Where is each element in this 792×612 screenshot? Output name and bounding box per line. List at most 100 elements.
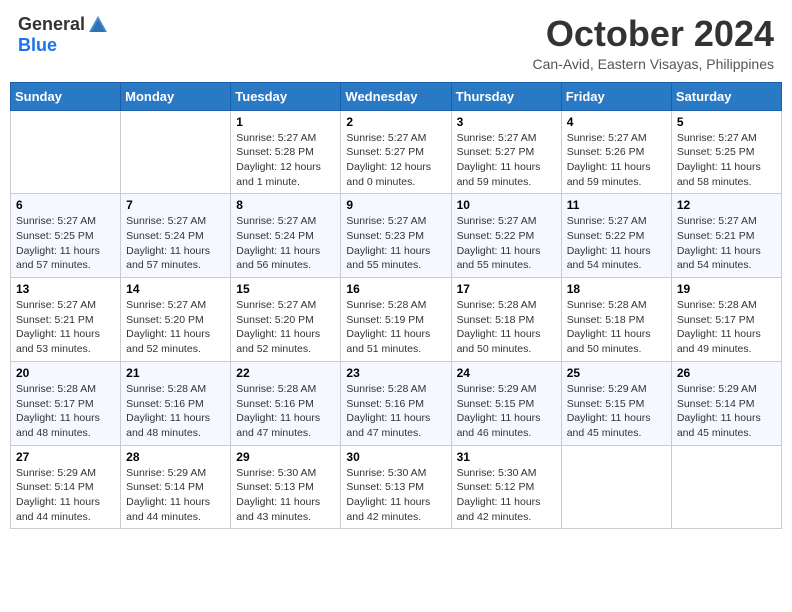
- calendar-cell: [11, 110, 121, 194]
- day-number: 1: [236, 115, 335, 129]
- weekday-header-monday: Monday: [121, 82, 231, 110]
- calendar-cell: 21 Sunrise: 5:28 AMSunset: 5:16 PMDaylig…: [121, 361, 231, 445]
- page-header: General Blue October 2024 Can-Avid, East…: [10, 10, 782, 76]
- calendar-cell: 3 Sunrise: 5:27 AMSunset: 5:27 PMDayligh…: [451, 110, 561, 194]
- calendar-cell: 8 Sunrise: 5:27 AMSunset: 5:24 PMDayligh…: [231, 194, 341, 278]
- calendar-cell: 19 Sunrise: 5:28 AMSunset: 5:17 PMDaylig…: [671, 278, 781, 362]
- day-info: Sunrise: 5:29 AMSunset: 5:15 PMDaylight:…: [567, 382, 666, 441]
- day-number: 10: [457, 198, 556, 212]
- calendar-cell: 25 Sunrise: 5:29 AMSunset: 5:15 PMDaylig…: [561, 361, 671, 445]
- calendar-week-4: 20 Sunrise: 5:28 AMSunset: 5:17 PMDaylig…: [11, 361, 782, 445]
- day-info: Sunrise: 5:28 AMSunset: 5:18 PMDaylight:…: [567, 298, 666, 357]
- day-number: 2: [346, 115, 445, 129]
- day-number: 18: [567, 282, 666, 296]
- day-info: Sunrise: 5:29 AMSunset: 5:14 PMDaylight:…: [677, 382, 776, 441]
- calendar-cell: 16 Sunrise: 5:28 AMSunset: 5:19 PMDaylig…: [341, 278, 451, 362]
- calendar-cell: 7 Sunrise: 5:27 AMSunset: 5:24 PMDayligh…: [121, 194, 231, 278]
- day-info: Sunrise: 5:28 AMSunset: 5:17 PMDaylight:…: [16, 382, 115, 441]
- day-info: Sunrise: 5:27 AMSunset: 5:20 PMDaylight:…: [236, 298, 335, 357]
- calendar-cell: 22 Sunrise: 5:28 AMSunset: 5:16 PMDaylig…: [231, 361, 341, 445]
- day-info: Sunrise: 5:27 AMSunset: 5:27 PMDaylight:…: [346, 131, 445, 190]
- day-info: Sunrise: 5:27 AMSunset: 5:24 PMDaylight:…: [236, 214, 335, 273]
- calendar-cell: [561, 445, 671, 529]
- day-info: Sunrise: 5:27 AMSunset: 5:22 PMDaylight:…: [567, 214, 666, 273]
- day-number: 12: [677, 198, 776, 212]
- weekday-header-thursday: Thursday: [451, 82, 561, 110]
- day-number: 19: [677, 282, 776, 296]
- day-number: 15: [236, 282, 335, 296]
- calendar-cell: 10 Sunrise: 5:27 AMSunset: 5:22 PMDaylig…: [451, 194, 561, 278]
- day-info: Sunrise: 5:30 AMSunset: 5:13 PMDaylight:…: [236, 466, 335, 525]
- day-info: Sunrise: 5:27 AMSunset: 5:23 PMDaylight:…: [346, 214, 445, 273]
- calendar-cell: 2 Sunrise: 5:27 AMSunset: 5:27 PMDayligh…: [341, 110, 451, 194]
- day-number: 6: [16, 198, 115, 212]
- title-section: October 2024 Can-Avid, Eastern Visayas, …: [533, 14, 775, 72]
- day-info: Sunrise: 5:28 AMSunset: 5:18 PMDaylight:…: [457, 298, 556, 357]
- calendar-cell: 29 Sunrise: 5:30 AMSunset: 5:13 PMDaylig…: [231, 445, 341, 529]
- calendar-body: 1 Sunrise: 5:27 AMSunset: 5:28 PMDayligh…: [11, 110, 782, 529]
- calendar-week-1: 1 Sunrise: 5:27 AMSunset: 5:28 PMDayligh…: [11, 110, 782, 194]
- day-info: Sunrise: 5:27 AMSunset: 5:21 PMDaylight:…: [16, 298, 115, 357]
- weekday-header-friday: Friday: [561, 82, 671, 110]
- calendar-week-5: 27 Sunrise: 5:29 AMSunset: 5:14 PMDaylig…: [11, 445, 782, 529]
- day-info: Sunrise: 5:30 AMSunset: 5:12 PMDaylight:…: [457, 466, 556, 525]
- calendar-cell: 28 Sunrise: 5:29 AMSunset: 5:14 PMDaylig…: [121, 445, 231, 529]
- calendar-cell: 26 Sunrise: 5:29 AMSunset: 5:14 PMDaylig…: [671, 361, 781, 445]
- day-number: 25: [567, 366, 666, 380]
- day-number: 28: [126, 450, 225, 464]
- day-number: 17: [457, 282, 556, 296]
- calendar-cell: 6 Sunrise: 5:27 AMSunset: 5:25 PMDayligh…: [11, 194, 121, 278]
- day-info: Sunrise: 5:29 AMSunset: 5:14 PMDaylight:…: [16, 466, 115, 525]
- weekday-header-tuesday: Tuesday: [231, 82, 341, 110]
- day-number: 21: [126, 366, 225, 380]
- day-info: Sunrise: 5:27 AMSunset: 5:28 PMDaylight:…: [236, 131, 335, 190]
- day-info: Sunrise: 5:28 AMSunset: 5:17 PMDaylight:…: [677, 298, 776, 357]
- calendar-cell: 24 Sunrise: 5:29 AMSunset: 5:15 PMDaylig…: [451, 361, 561, 445]
- calendar-table: SundayMondayTuesdayWednesdayThursdayFrid…: [10, 82, 782, 530]
- day-number: 5: [677, 115, 776, 129]
- day-number: 4: [567, 115, 666, 129]
- day-number: 11: [567, 198, 666, 212]
- calendar-cell: 20 Sunrise: 5:28 AMSunset: 5:17 PMDaylig…: [11, 361, 121, 445]
- day-number: 14: [126, 282, 225, 296]
- calendar-cell: 31 Sunrise: 5:30 AMSunset: 5:12 PMDaylig…: [451, 445, 561, 529]
- calendar-week-3: 13 Sunrise: 5:27 AMSunset: 5:21 PMDaylig…: [11, 278, 782, 362]
- day-number: 29: [236, 450, 335, 464]
- calendar-cell: 11 Sunrise: 5:27 AMSunset: 5:22 PMDaylig…: [561, 194, 671, 278]
- day-number: 30: [346, 450, 445, 464]
- day-number: 7: [126, 198, 225, 212]
- weekday-header-wednesday: Wednesday: [341, 82, 451, 110]
- calendar-cell: 30 Sunrise: 5:30 AMSunset: 5:13 PMDaylig…: [341, 445, 451, 529]
- logo-icon: [87, 14, 109, 36]
- day-info: Sunrise: 5:27 AMSunset: 5:24 PMDaylight:…: [126, 214, 225, 273]
- calendar-cell: [121, 110, 231, 194]
- calendar-cell: 18 Sunrise: 5:28 AMSunset: 5:18 PMDaylig…: [561, 278, 671, 362]
- month-title: October 2024: [533, 14, 775, 54]
- weekday-header-row: SundayMondayTuesdayWednesdayThursdayFrid…: [11, 82, 782, 110]
- weekday-header-saturday: Saturday: [671, 82, 781, 110]
- day-number: 9: [346, 198, 445, 212]
- day-number: 16: [346, 282, 445, 296]
- calendar-cell: 4 Sunrise: 5:27 AMSunset: 5:26 PMDayligh…: [561, 110, 671, 194]
- day-info: Sunrise: 5:30 AMSunset: 5:13 PMDaylight:…: [346, 466, 445, 525]
- calendar-cell: 1 Sunrise: 5:27 AMSunset: 5:28 PMDayligh…: [231, 110, 341, 194]
- day-number: 31: [457, 450, 556, 464]
- day-info: Sunrise: 5:27 AMSunset: 5:25 PMDaylight:…: [677, 131, 776, 190]
- day-number: 27: [16, 450, 115, 464]
- day-info: Sunrise: 5:27 AMSunset: 5:27 PMDaylight:…: [457, 131, 556, 190]
- calendar-cell: 14 Sunrise: 5:27 AMSunset: 5:20 PMDaylig…: [121, 278, 231, 362]
- day-number: 13: [16, 282, 115, 296]
- day-number: 22: [236, 366, 335, 380]
- logo-general: General: [18, 15, 85, 35]
- day-info: Sunrise: 5:27 AMSunset: 5:25 PMDaylight:…: [16, 214, 115, 273]
- day-number: 8: [236, 198, 335, 212]
- day-number: 26: [677, 366, 776, 380]
- day-info: Sunrise: 5:27 AMSunset: 5:20 PMDaylight:…: [126, 298, 225, 357]
- calendar-cell: [671, 445, 781, 529]
- day-number: 24: [457, 366, 556, 380]
- calendar-week-2: 6 Sunrise: 5:27 AMSunset: 5:25 PMDayligh…: [11, 194, 782, 278]
- calendar-cell: 12 Sunrise: 5:27 AMSunset: 5:21 PMDaylig…: [671, 194, 781, 278]
- calendar-cell: 13 Sunrise: 5:27 AMSunset: 5:21 PMDaylig…: [11, 278, 121, 362]
- day-info: Sunrise: 5:27 AMSunset: 5:22 PMDaylight:…: [457, 214, 556, 273]
- calendar-cell: 27 Sunrise: 5:29 AMSunset: 5:14 PMDaylig…: [11, 445, 121, 529]
